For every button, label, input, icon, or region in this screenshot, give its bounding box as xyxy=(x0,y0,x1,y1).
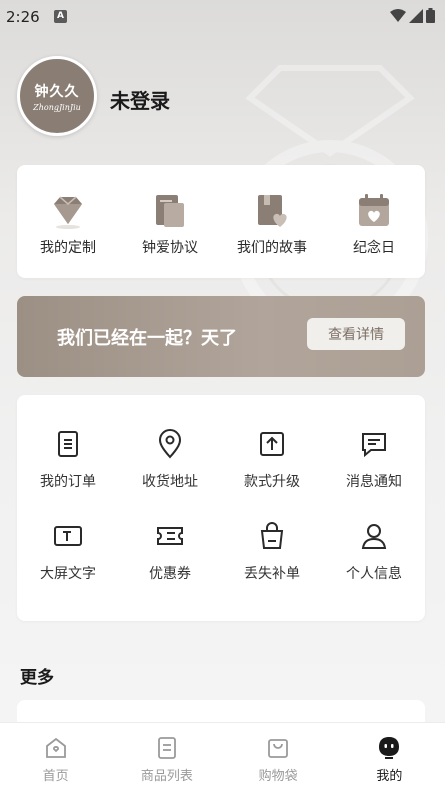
menu-item-anniversary[interactable]: 纪念日 xyxy=(323,191,425,278)
list-icon xyxy=(157,737,176,759)
bottom-tab-bar: 首页 商品列表 购物袋 我的 xyxy=(0,722,445,792)
banner-text: 我们已经在一起？天了 xyxy=(57,328,237,349)
service-label: 丢失补单 xyxy=(244,566,300,582)
service-label: 个人信息 xyxy=(346,566,402,582)
menu-label: 纪念日 xyxy=(353,240,395,256)
order-icon xyxy=(58,431,78,457)
tab-label: 购物袋 xyxy=(258,769,298,784)
document-icon xyxy=(156,195,184,227)
home-icon xyxy=(45,737,66,758)
service-label: 款式升级 xyxy=(244,474,300,490)
service-label: 优惠券 xyxy=(149,566,191,582)
tab-product-list[interactable]: 商品列表 xyxy=(111,723,222,792)
service-item-address[interactable]: 收货地址 xyxy=(119,429,221,491)
diamond-icon xyxy=(54,196,82,229)
service-item-profile[interactable]: 个人信息 xyxy=(323,521,425,583)
service-item-upgrade[interactable]: 款式升级 xyxy=(221,429,323,491)
service-label: 收货地址 xyxy=(142,474,198,490)
avatar[interactable]: 钟久久 ZhongJinJiu xyxy=(17,56,97,136)
tab-label: 我的 xyxy=(376,769,403,784)
notification-icon: A xyxy=(54,10,67,23)
service-item-messages[interactable]: 消息通知 xyxy=(323,429,425,491)
tab-label: 首页 xyxy=(42,769,69,784)
coupon-icon xyxy=(157,527,183,545)
tab-home[interactable]: 首页 xyxy=(0,723,111,792)
service-label: 我的订单 xyxy=(40,474,96,490)
shopping-bag-icon xyxy=(268,739,289,758)
menu-label: 我的定制 xyxy=(40,240,96,256)
book-heart-icon xyxy=(258,195,287,227)
status-bar: 2:26 A xyxy=(0,0,445,34)
menu-item-agreement[interactable]: 钟爱协议 xyxy=(119,191,221,278)
battery-icon xyxy=(426,8,435,23)
more-section-title: 更多 xyxy=(20,668,54,688)
menu-label: 钟爱协议 xyxy=(142,240,198,256)
view-details-button[interactable]: 查看详情 xyxy=(307,318,405,350)
tab-shopping-bag[interactable]: 购物袋 xyxy=(223,723,334,792)
message-icon xyxy=(362,433,386,458)
menu-label: 我们的故事 xyxy=(237,240,307,256)
wifi-icon xyxy=(390,8,406,22)
service-item-lost-reorder[interactable]: 丢失补单 xyxy=(221,521,323,583)
login-status[interactable]: 未登录 xyxy=(110,85,170,114)
status-time: 2:26 xyxy=(6,8,40,26)
profile-icon xyxy=(379,737,400,759)
status-icons xyxy=(390,8,435,23)
bag-icon xyxy=(260,522,284,549)
signal-icon xyxy=(409,8,423,23)
together-banner[interactable]: 我们已经在一起？天了 查看详情 xyxy=(17,296,425,377)
service-item-coupons[interactable]: 优惠券 xyxy=(119,521,221,583)
upgrade-icon xyxy=(260,432,284,456)
service-item-big-text[interactable]: 大屏文字 xyxy=(17,521,119,583)
tab-label: 商品列表 xyxy=(140,769,193,784)
menu-item-custom[interactable]: 我的定制 xyxy=(17,191,119,278)
tab-mine[interactable]: 我的 xyxy=(334,723,445,792)
service-item-orders[interactable]: 我的订单 xyxy=(17,429,119,491)
menu-item-story[interactable]: 我们的故事 xyxy=(221,191,323,278)
text-screen-icon xyxy=(54,526,82,546)
avatar-logo-subtext: ZhongJinJiu xyxy=(33,102,81,112)
services-card: 我的订单 收货地址 款式升级 消息通知 大屏文字 优惠券 丢失补单 个人信息 xyxy=(17,395,425,621)
avatar-logo-text: 钟久久 xyxy=(34,83,80,100)
location-pin-icon xyxy=(158,429,182,459)
calendar-heart-icon xyxy=(359,194,389,226)
quick-menu-card: 我的定制 钟爱协议 我们的故事 纪念日 xyxy=(17,165,425,278)
service-label: 大屏文字 xyxy=(40,566,96,582)
service-label: 消息通知 xyxy=(346,474,402,490)
person-icon xyxy=(361,524,387,549)
